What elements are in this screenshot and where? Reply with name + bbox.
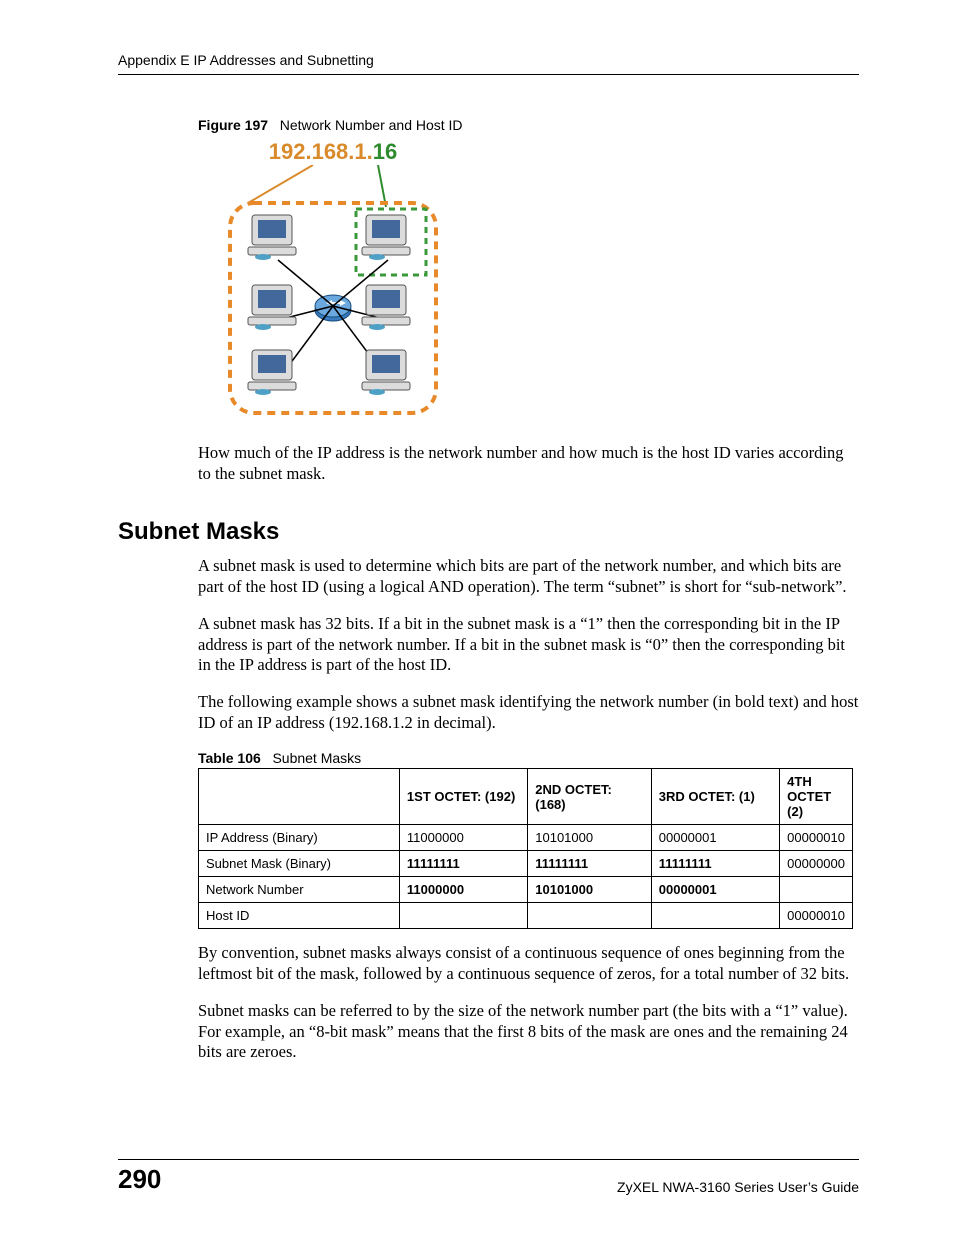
table-cell: 11000000 [399, 825, 527, 851]
table-header: 3RD OCTET: (1) [651, 769, 779, 825]
row-label: Network Number [199, 877, 400, 903]
table-header: 1ST OCTET: (192) [399, 769, 527, 825]
subnet-mask-table: 1ST OCTET: (192) 2ND OCTET: (168) 3RD OC… [198, 768, 853, 929]
page-header: Appendix E IP Addresses and Subnetting [118, 52, 859, 75]
table-cell: 11000000 [399, 877, 527, 903]
ip-host-part: 16 [373, 139, 397, 164]
computer-icon [248, 350, 296, 395]
table-row: Subnet Mask (Binary) 11111111 11111111 1… [199, 851, 853, 877]
ip-address-label: 192.168.1.16 [218, 139, 448, 165]
table-cell: 11111111 [651, 851, 779, 877]
table-cell: 00000010 [780, 903, 853, 929]
ip-network-part: 192.168.1. [269, 139, 373, 164]
document-title: ZyXEL NWA-3160 Series User’s Guide [617, 1179, 859, 1195]
table-row: Host ID 00000010 [199, 903, 853, 929]
row-label: IP Address (Binary) [199, 825, 400, 851]
table-cell [399, 903, 527, 929]
computer-icon [362, 350, 410, 395]
table-cell [528, 903, 652, 929]
table-header: 4TH OCTET (2) [780, 769, 853, 825]
computer-icon [248, 215, 296, 260]
table-cell [651, 903, 779, 929]
paragraph: How much of the IP address is the networ… [198, 443, 859, 484]
router-icon [315, 295, 351, 321]
table-title: Subnet Masks [272, 750, 361, 766]
table-cell: 00000000 [780, 851, 853, 877]
paragraph: The following example shows a subnet mas… [198, 692, 859, 733]
table-header: 2ND OCTET: (168) [528, 769, 652, 825]
figure-label: Figure 197 [198, 117, 268, 133]
computer-icon [248, 285, 296, 330]
table-caption: Table 106 Subnet Masks [198, 750, 859, 766]
table-header [199, 769, 400, 825]
section-heading: Subnet Masks [118, 518, 859, 546]
computer-icon [362, 285, 410, 330]
page-footer: 290 ZyXEL NWA-3160 Series User’s Guide [118, 1159, 859, 1195]
table-header-row: 1ST OCTET: (192) 2ND OCTET: (168) 3RD OC… [199, 769, 853, 825]
table-cell [780, 877, 853, 903]
table-cell: 11111111 [528, 851, 652, 877]
table-cell: 00000001 [651, 877, 779, 903]
computer-icon [362, 215, 410, 260]
table-cell: 00000001 [651, 825, 779, 851]
paragraph: By convention, subnet masks always consi… [198, 943, 859, 984]
paragraph: A subnet mask has 32 bits. If a bit in t… [198, 614, 859, 676]
table-cell: 11111111 [399, 851, 527, 877]
table-cell: 10101000 [528, 825, 652, 851]
network-diagram: 192.168.1.16 [218, 139, 448, 425]
paragraph: A subnet mask is used to determine which… [198, 556, 859, 597]
row-label: Subnet Mask (Binary) [199, 851, 400, 877]
figure-caption: Figure 197 Network Number and Host ID [198, 117, 859, 133]
paragraph: Subnet masks can be referred to by the s… [198, 1001, 859, 1063]
figure-title: Network Number and Host ID [280, 117, 463, 133]
table-label: Table 106 [198, 750, 261, 766]
table-cell: 00000010 [780, 825, 853, 851]
table-row: Network Number 11000000 10101000 0000000… [199, 877, 853, 903]
table-row: IP Address (Binary) 11000000 10101000 00… [199, 825, 853, 851]
table-cell: 10101000 [528, 877, 652, 903]
row-label: Host ID [199, 903, 400, 929]
page-number: 290 [118, 1164, 161, 1195]
network-topology-svg [218, 165, 448, 425]
